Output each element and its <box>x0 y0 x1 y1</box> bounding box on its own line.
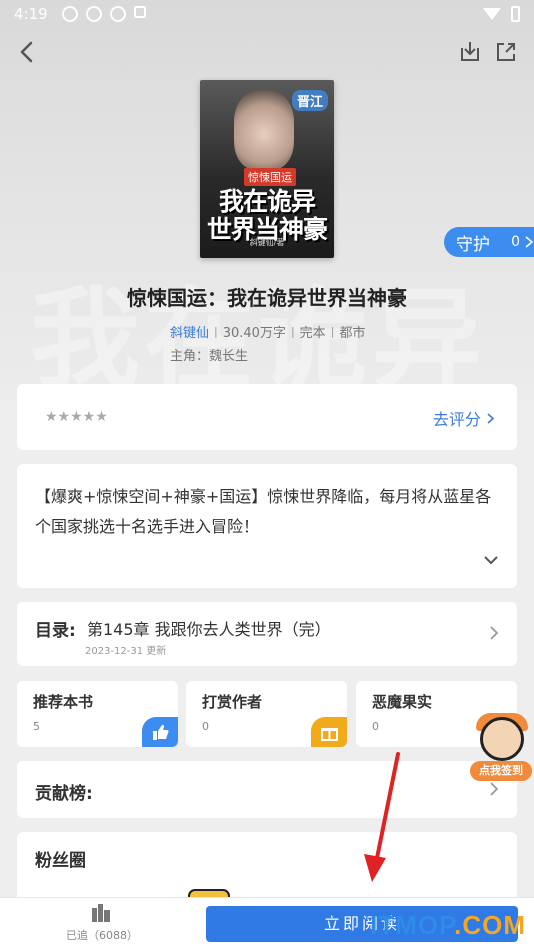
chevron-right-icon <box>525 236 534 248</box>
chevron-right-icon <box>490 626 499 640</box>
update-date: 2023-12-31 更新 <box>85 646 167 657</box>
reward-label: 打赏作者 <box>202 693 263 711</box>
chevron-right-icon <box>487 413 495 424</box>
thumbs-up-icon <box>142 717 178 747</box>
intro-card: 【爆爽+惊悚空间+神豪+国运】惊悚世界降临，每月将从蓝星各个国家挑选十名选手进入… <box>17 464 517 588</box>
reward-count: 0 <box>202 720 209 733</box>
notification-icon <box>109 6 126 22</box>
follow-count: 已追（6088） <box>66 929 138 942</box>
chevron-down-icon[interactable] <box>481 550 501 570</box>
share-icon[interactable] <box>492 38 520 66</box>
battery-icon <box>511 6 520 22</box>
devil-fruit-count: 0 <box>372 720 379 733</box>
status-time: 4:19 <box>14 5 48 23</box>
notification-icon <box>85 6 102 22</box>
back-icon[interactable] <box>14 38 42 66</box>
rating-card: ★★★★★ 去评分 <box>17 384 517 450</box>
reward-card[interactable]: 打赏作者 0 <box>186 681 347 747</box>
recommend-count: 5 <box>33 720 40 733</box>
annotation-arrow-icon <box>364 752 400 882</box>
book-category: 都市 <box>339 326 366 341</box>
cover-illustration <box>234 90 294 170</box>
recommend-label: 推荐本书 <box>33 693 94 711</box>
cover-publisher-badge: 晋江 <box>291 90 328 111</box>
rate-button[interactable]: 去评分 <box>433 406 495 430</box>
gift-icon <box>311 717 347 747</box>
book-cover[interactable]: 晋江 惊悚国运 我在诡异 世界当神豪 斜键仙/著 <box>200 80 334 258</box>
download-icon[interactable] <box>456 38 484 66</box>
contribution-label: 贡献榜: <box>35 784 93 804</box>
guard-button[interactable]: 守护 0 <box>444 227 534 257</box>
contribution-card[interactable]: 贡献榜: <box>17 761 517 818</box>
meta-separator: | <box>330 325 335 338</box>
meta-separator: | <box>214 325 218 338</box>
recommend-card[interactable]: 推荐本书 5 <box>17 681 178 747</box>
signin-mascot[interactable]: 点我签到 <box>470 713 534 785</box>
status-bar: 4:19 <box>0 0 534 28</box>
cover-author: 斜键仙/著 <box>249 238 285 247</box>
watermark: ITMOP.COM <box>370 910 526 941</box>
rating-stars: ★★★★★ <box>45 409 108 425</box>
protagonist: 主角：魏长生 <box>170 349 249 364</box>
bookshelf-button[interactable]: 已追（6088） <box>66 902 138 948</box>
notification-icons <box>61 6 146 22</box>
toc-card[interactable]: 目录: 第145章 我跟你去人类世界（完） 2023-12-31 更新 <box>17 602 517 666</box>
rate-label: 去评分 <box>432 410 481 429</box>
book-title: 惊悚国运：我在诡异世界当神豪 <box>127 286 407 310</box>
meta-separator: | <box>290 325 295 338</box>
wifi-icon <box>483 8 501 20</box>
book-intro: 【爆爽+惊悚空间+神豪+国运】惊悚世界降临，每月将从蓝星各个国家挑选十名选手进入… <box>35 487 492 536</box>
fans-label: 粉丝圈 <box>35 851 86 871</box>
mascot-icon <box>480 717 524 761</box>
word-count: 30.40万字 <box>222 326 286 341</box>
signin-label: 点我签到 <box>470 761 532 781</box>
bookshelf-icon <box>92 904 110 922</box>
book-meta: 斜键仙 | 30.40万字 | 完本 | 都市 <box>170 322 365 341</box>
author-link[interactable]: 斜键仙 <box>170 322 209 341</box>
watermark-text: ITMOP <box>370 910 455 940</box>
watermark-domain: .COM <box>454 910 526 940</box>
top-nav <box>0 36 534 68</box>
toc-label: 目录: <box>35 621 76 641</box>
devil-fruit-label: 恶魔果实 <box>372 693 433 711</box>
notification-icon <box>61 6 78 22</box>
guard-count: 0 <box>511 234 520 250</box>
notification-icon <box>133 6 146 18</box>
guard-label: 守护 <box>456 234 490 255</box>
latest-chapter: 第145章 我跟你去人类世界（完） <box>87 620 331 639</box>
book-status: 完本 <box>299 326 326 341</box>
